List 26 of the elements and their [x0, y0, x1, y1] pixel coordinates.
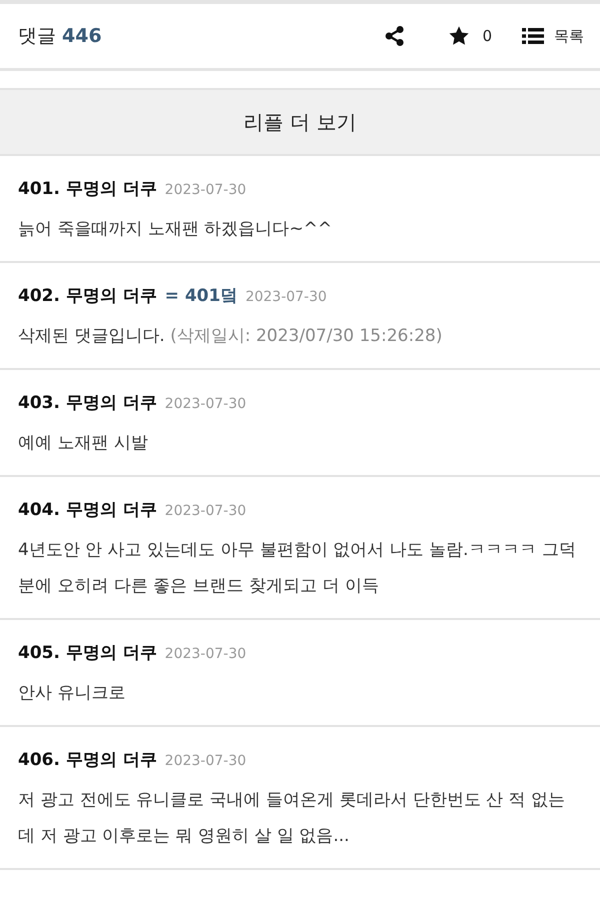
comment-count: 댓글 446 — [18, 24, 102, 49]
more-replies-button[interactable]: 리플 더 보기 — [0, 88, 600, 156]
comment-author: 402. 무명의 더쿠 — [18, 285, 157, 308]
comment-date: 2023-07-30 — [164, 395, 246, 414]
list-icon — [522, 27, 544, 45]
comment-author: 403. 무명의 더쿠 — [18, 392, 157, 415]
comment-author: 401. 무명의 더쿠 — [18, 178, 157, 201]
star-count: 0 — [482, 27, 492, 45]
reply-reference[interactable]: = 401덬 — [164, 281, 238, 311]
comment-author: 404. 무명의 더쿠 — [18, 499, 157, 522]
comment-text: 저 광고 전에도 유니클로 국내에 들여온게 롯데라서 단한번도 산 적 없는데 저 광고 이후로는 뭐 영원히 살 일 없음... — [18, 789, 566, 848]
comment-date: 2023-07-30 — [164, 645, 246, 664]
comment-text: 4년도안 안 사고 있는데도 아무 불편함이 없어서 나도 놀람.ㅋㅋㅋㅋ 그덕분에 오히려 다른 좋은 브랜드 찾게되고 더 이득 — [18, 539, 577, 598]
star-icon[interactable] — [448, 25, 470, 47]
comment-date: 2023-07-30 — [245, 288, 327, 307]
comment-text: 예예 노재팬 시발 — [18, 432, 149, 455]
comment-date: 2023-07-30 — [164, 752, 246, 771]
comment-author: 406. 무명의 더쿠 — [18, 749, 157, 772]
comment-date: 2023-07-30 — [164, 181, 246, 200]
list-button[interactable]: 목록 — [522, 26, 584, 46]
share-icon[interactable] — [384, 25, 406, 47]
comment-author: 405. 무명의 더쿠 — [18, 642, 157, 665]
comment-date: 2023-07-30 — [164, 502, 246, 521]
comment-text: 늙어 죽을때까지 노재팬 하겠읍니다~^^ — [18, 218, 333, 241]
comment-text: 안사 유니크로 — [18, 682, 126, 705]
comment-text: 삭제된 댓글입니다. (삭제일시: 2023/07/30 15:26:28) — [18, 325, 444, 348]
